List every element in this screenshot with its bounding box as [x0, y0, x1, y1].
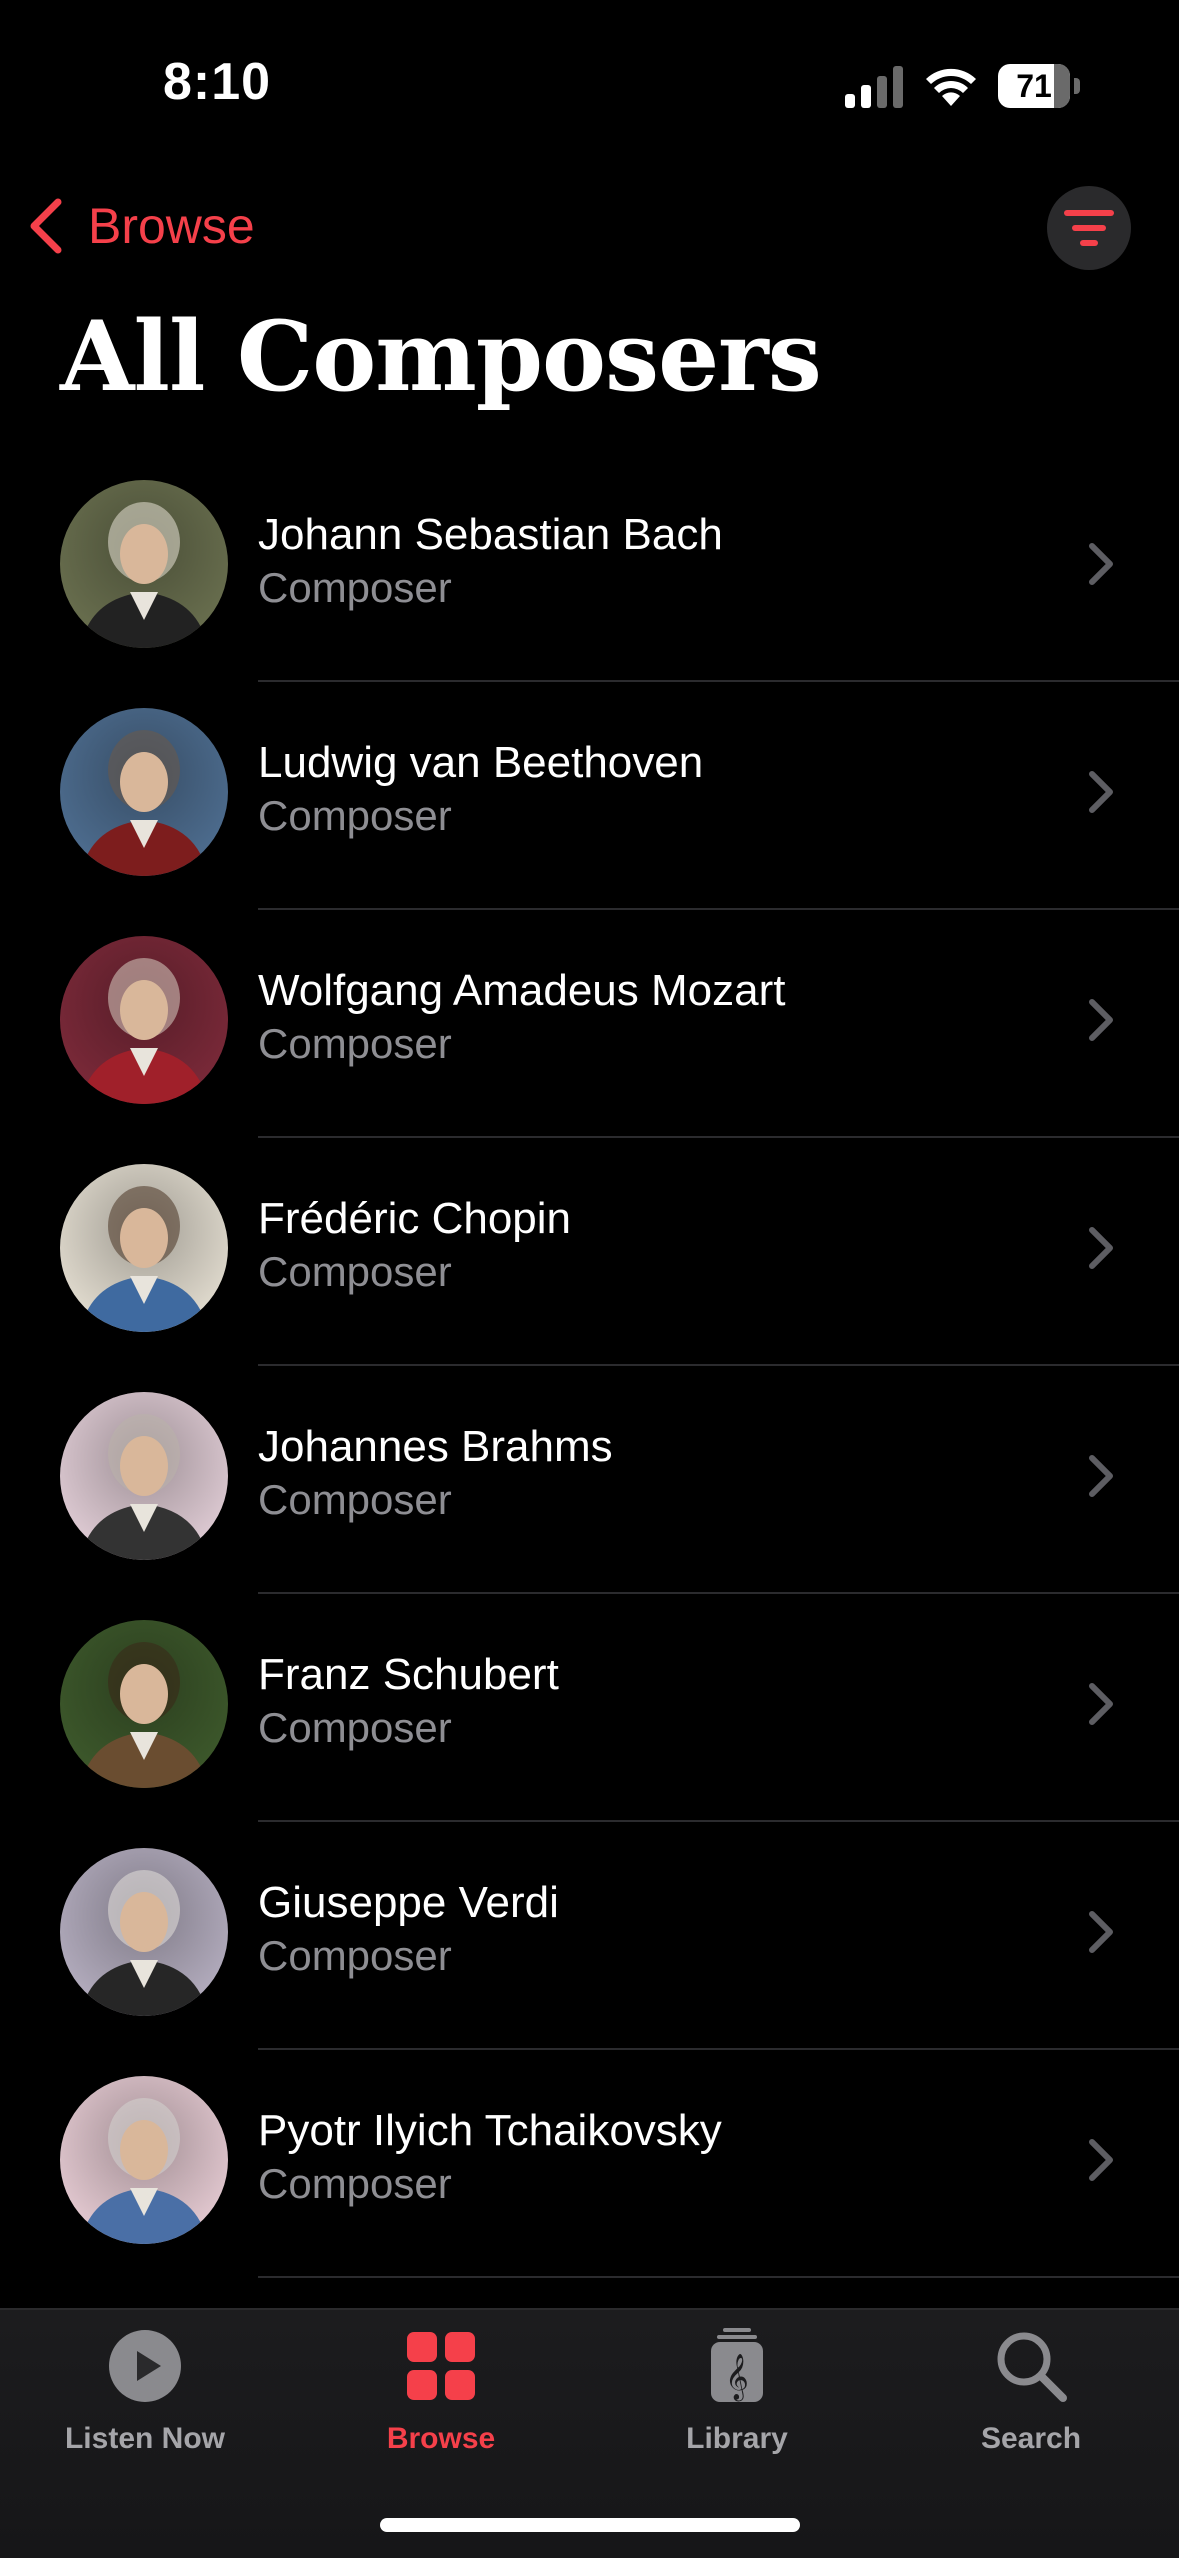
tab-label: Browse [386, 2422, 496, 2455]
tab-browse[interactable]: Browse [316, 2310, 566, 2510]
chevron-right-icon [1089, 1227, 1113, 1269]
search-icon [997, 2332, 1067, 2402]
row-divider [258, 2276, 1179, 2278]
chevron-right-icon [1089, 543, 1113, 585]
composer-portrait [60, 936, 228, 1104]
composer-name: Wolfgang Amadeus Mozart [258, 966, 786, 1015]
composer-row[interactable]: Franz Schubert Composer [0, 1594, 1179, 1822]
composer-row[interactable]: Johann Sebastian Bach Composer [0, 454, 1179, 682]
svg-text:𝄞: 𝄞 [725, 2354, 749, 2402]
composer-row[interactable]: Wolfgang Amadeus Mozart Composer [0, 910, 1179, 1138]
composer-role: Composer [258, 564, 452, 611]
filter-icon [1064, 210, 1114, 246]
composer-role: Composer [258, 1248, 452, 1295]
composer-role: Composer [258, 1476, 452, 1523]
back-button-label: Browse [88, 198, 255, 254]
composer-name: Johannes Brahms [258, 1422, 613, 1471]
cellular-signal-icon [845, 66, 903, 108]
chevron-right-icon [1089, 1683, 1113, 1725]
home-indicator [380, 2518, 800, 2532]
composer-list: Johann Sebastian Bach Composer Ludwig van … [0, 454, 1179, 2278]
composer-name: Franz Schubert [258, 1650, 559, 1699]
composer-portrait [60, 1164, 228, 1332]
composer-portrait [60, 1392, 228, 1560]
tab-search[interactable]: Search [906, 2310, 1156, 2510]
composer-name: Pyotr Ilyich Tchaikovsky [258, 2106, 722, 2155]
chevron-right-icon [1089, 2139, 1113, 2181]
composer-name: Johann Sebastian Bach [258, 510, 723, 559]
composer-portrait [60, 708, 228, 876]
composer-portrait [60, 2076, 228, 2244]
composer-row[interactable]: Frédéric Chopin Composer [0, 1138, 1179, 1366]
composer-row[interactable]: Giuseppe Verdi Composer [0, 1822, 1179, 2050]
composer-row[interactable]: Johannes Brahms Composer [0, 1366, 1179, 1594]
status-time: 8:10 [163, 53, 272, 111]
chevron-left-icon [30, 198, 62, 254]
composer-role: Composer [258, 1020, 452, 1067]
tab-label: Library [686, 2422, 788, 2455]
battery-icon: 71 [998, 64, 1080, 108]
composer-portrait [60, 1620, 228, 1788]
composer-role: Composer [258, 2160, 452, 2207]
composer-name: Frédéric Chopin [258, 1194, 572, 1243]
composer-role: Composer [258, 1704, 452, 1751]
library-icon: 𝄞 [711, 2328, 763, 2402]
composer-row[interactable]: Ludwig van Beethoven Composer [0, 682, 1179, 910]
composer-name: Giuseppe Verdi [258, 1878, 559, 1927]
chevron-right-icon [1089, 771, 1113, 813]
tab-label: Search [980, 2422, 1082, 2455]
composer-portrait [60, 480, 228, 648]
chevron-right-icon [1089, 1455, 1113, 1497]
composer-portrait [60, 1848, 228, 2016]
play-circle-icon [109, 2330, 181, 2402]
sort-filter-button[interactable] [1047, 186, 1131, 270]
composer-name: Ludwig van Beethoven [258, 738, 704, 787]
wifi-icon [926, 68, 976, 106]
tab-listen-now[interactable]: Listen Now [20, 2310, 270, 2510]
tab-label: Listen Now [64, 2422, 225, 2455]
page-title: All Composers [60, 300, 822, 413]
battery-level: 71 [1016, 68, 1052, 104]
grid-icon [407, 2332, 475, 2400]
composer-role: Composer [258, 1932, 452, 1979]
back-button[interactable]: Browse [24, 190, 255, 262]
tab-library[interactable]: 𝄞 Library [612, 2310, 862, 2510]
composer-row[interactable]: Pyotr Ilyich Tchaikovsky Composer [0, 2050, 1179, 2278]
chevron-right-icon [1089, 1911, 1113, 1953]
status-bar: 8:10 71 [0, 0, 1179, 170]
composer-role: Composer [258, 792, 452, 839]
chevron-right-icon [1089, 999, 1113, 1041]
